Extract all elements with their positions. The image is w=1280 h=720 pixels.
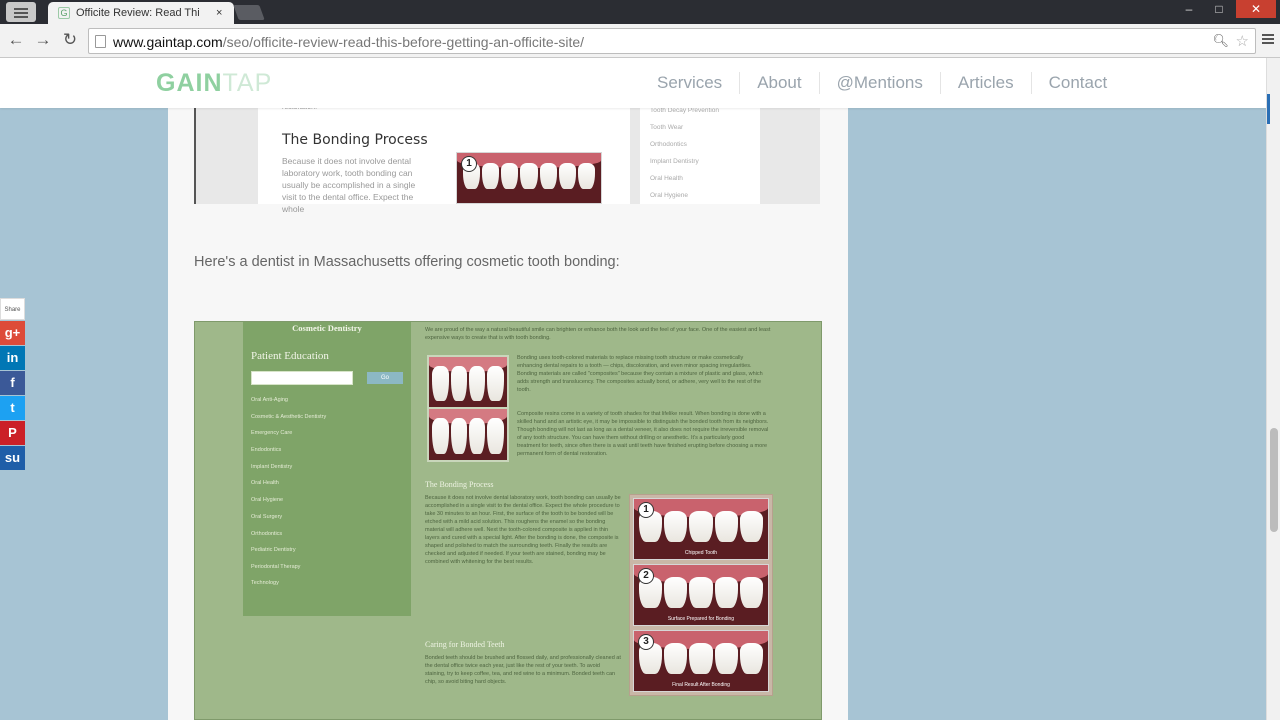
step-panel: 2 Surface Prepared for Bonding bbox=[633, 564, 769, 626]
logo-gain: GAIN bbox=[156, 69, 223, 97]
new-tab-button[interactable] bbox=[233, 5, 265, 20]
page-viewport: restoration. The Bonding Process Because… bbox=[0, 58, 1266, 720]
step-number: 1 bbox=[638, 502, 654, 518]
linkedin-share-button[interactable]: in bbox=[0, 346, 25, 370]
dentist-bonding-heading: The Bonding Process bbox=[425, 480, 494, 489]
dentist-intro-text: We are proud of the way a natural beauti… bbox=[425, 327, 771, 341]
dentist-sidebar-link: Oral Hygiene bbox=[251, 497, 284, 503]
page-icon bbox=[95, 35, 106, 48]
dentist-care-heading: Caring for Bonded Teeth bbox=[425, 640, 505, 649]
nav-services[interactable]: Services bbox=[640, 72, 741, 94]
nav-mentions[interactable]: @Mentions bbox=[820, 72, 941, 94]
dentist-paragraph: Composite resins come in a variety of to… bbox=[517, 411, 769, 457]
teeth-illustration: 1 bbox=[456, 152, 602, 204]
chrome-menu-icon[interactable] bbox=[1260, 31, 1276, 47]
dentist-sidebar-link: Pediatric Dentistry bbox=[251, 547, 296, 553]
back-icon[interactable]: ← bbox=[6, 30, 26, 50]
step-panel: 1 Chipped Tooth bbox=[633, 498, 769, 560]
dentist-bonding-text: Because it does not involve dental labor… bbox=[425, 495, 621, 565]
dentist-paragraph: Bonding uses tooth-colored materials to … bbox=[517, 355, 763, 393]
main-nav: Services About @Mentions Articles Contac… bbox=[640, 72, 1124, 94]
window-controls: – □ ✕ bbox=[1176, 0, 1276, 18]
stumbleupon-share-button[interactable]: su bbox=[0, 446, 25, 470]
side-link: Oral Hygiene bbox=[650, 192, 688, 199]
share-count: Share bbox=[0, 298, 25, 320]
screenshot-1-heading: The Bonding Process bbox=[282, 132, 428, 148]
patient-education-heading: Patient Education bbox=[251, 350, 329, 362]
dentist-go-button: Go bbox=[367, 372, 403, 384]
step-number: 2 bbox=[638, 568, 654, 584]
address-bar[interactable]: www.gaintap.com/seo/officite-review-read… bbox=[88, 28, 1256, 54]
dentist-sidebar: Cosmetic Dentistry Patient Education Go … bbox=[243, 322, 411, 616]
nav-about[interactable]: About bbox=[740, 72, 820, 94]
logo-tap: TAP bbox=[222, 69, 273, 97]
embedded-screenshot-2: Cosmetic Dentistry Patient Education Go … bbox=[194, 321, 822, 720]
url-path: /seo/officite-review-read-this-before-ge… bbox=[222, 34, 585, 50]
dentist-sidebar-link: Oral Health bbox=[251, 480, 279, 486]
url-text[interactable]: www.gaintap.com/seo/officite-review-read… bbox=[113, 34, 584, 50]
step-caption: Surface Prepared for Bonding bbox=[667, 616, 735, 622]
side-link: Tooth Decay Prevention bbox=[650, 107, 720, 114]
site-header: GAINTAP Services About @Mentions Article… bbox=[0, 58, 1266, 108]
chrome-app-icon[interactable] bbox=[6, 2, 36, 22]
site-logo[interactable]: GAINTAP bbox=[156, 69, 272, 98]
favicon-icon: G bbox=[58, 7, 70, 19]
browser-tab-active[interactable]: G Officite Review: Read Thi × bbox=[48, 2, 234, 24]
minimize-button[interactable]: – bbox=[1176, 0, 1202, 18]
before-after-photo bbox=[427, 355, 509, 462]
scroll-marker bbox=[1267, 94, 1270, 124]
tab-close-icon[interactable]: × bbox=[216, 7, 222, 19]
dentist-sidebar-link: Emergency Care bbox=[251, 430, 293, 436]
side-link: Oral Health bbox=[650, 175, 683, 182]
page-scrollbar[interactable] bbox=[1266, 58, 1280, 720]
dentist-sidebar-link: Periodontal Therapy bbox=[251, 564, 301, 570]
screenshot-1-sidebar: Tooth Decay Prevention Tooth Wear Orthod… bbox=[640, 104, 760, 204]
bonding-steps-illustration: 1 Chipped Tooth 2 Surface Prepared for B… bbox=[629, 494, 773, 696]
dentist-search-input bbox=[251, 371, 353, 385]
screenshot-1-body: Because it does not involve dental labor… bbox=[282, 156, 416, 214]
article-paragraph: Here's a dentist in Massachusetts offeri… bbox=[194, 254, 620, 270]
dentist-cosmetic-title: Cosmetic Dentistry bbox=[292, 323, 362, 333]
step-number: 1 bbox=[461, 156, 477, 172]
forward-icon[interactable]: → bbox=[33, 30, 53, 50]
side-link: Tooth Wear bbox=[650, 124, 684, 131]
dentist-sidebar-link: Endodontics bbox=[251, 447, 282, 453]
google-plus-share-button[interactable]: g+ bbox=[0, 321, 25, 345]
dentist-sidebar-link: Technology bbox=[251, 580, 279, 586]
twitter-share-button[interactable]: t bbox=[0, 396, 25, 420]
browser-tab-bar: G Officite Review: Read Thi × – □ ✕ bbox=[0, 0, 1280, 24]
dentist-care-text: Bonded teeth should be brushed and floss… bbox=[425, 655, 621, 685]
dentist-sidebar-link: Oral Anti-Aging bbox=[251, 397, 288, 403]
social-share-bar: Share g+ in f t P su bbox=[0, 298, 25, 470]
maximize-button[interactable]: □ bbox=[1206, 0, 1232, 18]
close-window-button[interactable]: ✕ bbox=[1236, 0, 1276, 18]
tab-title: Officite Review: Read Thi bbox=[76, 7, 200, 19]
facebook-share-button[interactable]: f bbox=[0, 371, 25, 395]
nav-contact[interactable]: Contact bbox=[1032, 72, 1125, 94]
embedded-screenshot-1: restoration. The Bonding Process Because… bbox=[194, 104, 820, 214]
step-caption: Chipped Tooth bbox=[684, 550, 718, 556]
scroll-thumb[interactable] bbox=[1270, 428, 1278, 532]
reload-icon[interactable]: ↻ bbox=[60, 30, 80, 50]
dentist-sidebar-link: Oral Surgery bbox=[251, 514, 283, 520]
side-link: Implant Dentistry bbox=[650, 158, 699, 165]
dentist-sidebar-link: Cosmetic & Aesthetic Dentistry bbox=[251, 414, 327, 420]
screenshot-1-article: restoration. The Bonding Process Because… bbox=[258, 104, 630, 214]
pinterest-share-button[interactable]: P bbox=[0, 421, 25, 445]
step-number: 3 bbox=[638, 634, 654, 650]
dentist-sidebar-link: Orthodontics bbox=[251, 531, 283, 537]
dentist-sidebar-link: Implant Dentistry bbox=[251, 464, 293, 470]
step-panel: 3 Final Result After Bonding bbox=[633, 630, 769, 692]
side-link: Orthodontics bbox=[650, 141, 687, 148]
step-caption: Final Result After Bonding bbox=[672, 682, 730, 688]
browser-toolbar: ← → ↻ www.gaintap.com/seo/officite-revie… bbox=[0, 24, 1280, 58]
url-host: www.gaintap.com bbox=[113, 34, 223, 50]
search-icon[interactable]: 🔍︎ bbox=[1212, 33, 1229, 49]
bookmark-star-icon[interactable]: ☆ bbox=[1236, 32, 1249, 50]
nav-articles[interactable]: Articles bbox=[941, 72, 1032, 94]
